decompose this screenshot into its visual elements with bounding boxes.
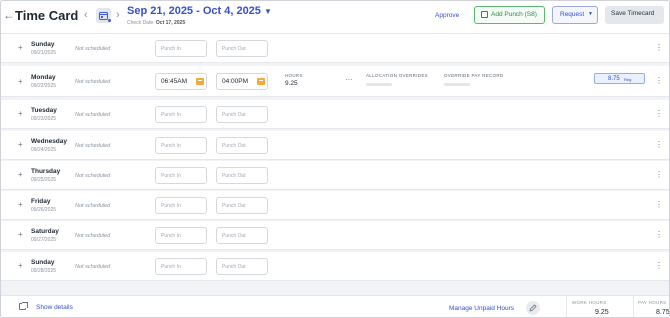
add-punch-button[interactable]: Add Punch (S8) [474, 6, 545, 24]
punch-out-input[interactable]: Punch Out [216, 106, 268, 123]
day-row: + Sunday 09/21/2025 Not scheduled Punch … [1, 34, 669, 63]
page-title: Time Card [15, 8, 79, 23]
timecard-window: ← Time Card ‹ › Sep 21, 2025 - Oct 4, 20… [0, 0, 670, 318]
punch-out-input[interactable]: 04:00PM [216, 73, 268, 90]
plus-icon[interactable]: + [18, 109, 23, 118]
calendar-icon [99, 12, 108, 20]
caret-down-icon[interactable]: ▼ [264, 7, 272, 16]
plus-icon[interactable]: + [18, 140, 23, 149]
punch-in-input[interactable]: Punch In [155, 258, 207, 275]
work-hours-label: WORK HOURS [572, 300, 607, 305]
approve-link[interactable]: Approve [435, 12, 459, 19]
plus-icon[interactable]: + [18, 170, 23, 179]
external-link-icon[interactable] [19, 302, 28, 310]
date-range-selector[interactable]: Sep 21, 2025 - Oct 4, 2025 [127, 5, 261, 17]
plus-icon[interactable]: + [18, 200, 23, 209]
override-pay-record-label: OVERRIDE PAY RECORD [444, 73, 504, 78]
show-details-link[interactable]: Show details [36, 304, 73, 311]
pencil-icon [529, 304, 537, 312]
kebab-menu-icon[interactable]: ⋮ [655, 141, 663, 149]
kebab-menu-icon[interactable]: ⋮ [655, 201, 663, 209]
calendar-indicator-dot [108, 19, 111, 22]
pay-hours-label: PAY HOURS [638, 300, 667, 305]
plus-icon[interactable]: + [18, 261, 23, 270]
allocation-overrides-placeholder [366, 83, 392, 86]
day-row-monday: + Monday 09/22/2025 Not scheduled 06:45A… [1, 66, 669, 97]
kebab-menu-icon[interactable]: ⋮ [655, 231, 663, 239]
plus-icon[interactable]: + [18, 230, 23, 239]
punch-out-input[interactable]: Punch Out [216, 227, 268, 244]
divider [566, 296, 567, 317]
punch-in-input[interactable]: 06:45AM [155, 73, 207, 90]
kebab-menu-icon[interactable]: ⋮ [655, 171, 663, 179]
day-row: + Tuesday 09/23/2025 Not scheduled Punch… [1, 100, 669, 129]
kebab-menu-icon[interactable]: ⋮ [655, 110, 663, 118]
more-horizontal-icon[interactable]: ··· [345, 75, 353, 84]
punch-in-input[interactable]: Punch In [155, 167, 207, 184]
punch-out-input[interactable]: Punch Out [216, 167, 268, 184]
clock-icon [196, 78, 204, 85]
day-row: + Friday 09/26/2025 Not scheduled Punch … [1, 191, 669, 220]
edit-button[interactable] [526, 301, 540, 315]
work-hours-value: 9.25 [595, 309, 609, 316]
punch-in-input[interactable]: Punch In [155, 137, 207, 154]
plus-icon[interactable]: + [18, 77, 23, 86]
punch-in-input[interactable]: Punch In [155, 197, 207, 214]
request-dropdown[interactable]: Request ▼ [552, 6, 598, 24]
back-arrow-icon[interactable]: ← [3, 8, 15, 22]
header-bar: ← Time Card ‹ › Sep 21, 2025 - Oct 4, 20… [1, 1, 669, 34]
divider [633, 296, 634, 317]
clock-icon [257, 78, 265, 85]
day-row: + Sunday 09/28/2025 Not scheduled Punch … [1, 252, 669, 281]
check-date: Check Date: Oct 17, 2025 [127, 20, 186, 26]
override-pay-record-placeholder [444, 83, 470, 86]
punch-out-input[interactable]: Punch Out [216, 40, 268, 57]
day-row: + Saturday 09/27/2025 Not scheduled Punc… [1, 221, 669, 250]
chevron-left-icon[interactable]: ‹ [84, 9, 88, 21]
punch-in-input[interactable]: Punch In [155, 40, 207, 57]
day-row: + Wednesday 09/24/2025 Not scheduled Pun… [1, 131, 669, 160]
kebab-menu-icon[interactable]: ⋮ [655, 262, 663, 270]
pay-hours-value: 8.75 [656, 309, 670, 316]
allocation-overrides-label: ALLOCATION OVERRIDES [366, 73, 428, 78]
kebab-menu-icon[interactable]: ⋮ [655, 44, 663, 52]
hours-value: 9.25 [285, 80, 298, 87]
manage-unpaid-hours-link[interactable]: Manage Unpaid Hours [449, 305, 514, 312]
calendar-plus-icon [481, 11, 488, 18]
kebab-menu-icon[interactable]: ⋮ [655, 77, 663, 85]
pay-record-pill[interactable]: 8.75 Reg [594, 73, 645, 84]
punch-in-input[interactable]: Punch In [155, 227, 207, 244]
caret-down-icon: ▼ [588, 11, 593, 17]
punch-out-input[interactable]: Punch Out [216, 258, 268, 275]
punch-out-input[interactable]: Punch Out [216, 137, 268, 154]
save-timecard-button[interactable]: Save Timecard [605, 6, 664, 24]
chevron-right-icon[interactable]: › [116, 9, 120, 21]
footer-bar: Show details Manage Unpaid Hours WORK HO… [1, 295, 670, 317]
punch-in-input[interactable]: Punch In [155, 106, 207, 123]
punch-out-input[interactable]: Punch Out [216, 197, 268, 214]
hours-label: HOURS [285, 73, 303, 78]
plus-icon[interactable]: + [18, 43, 23, 52]
day-row: + Thursday 09/25/2025 Not scheduled Punc… [1, 161, 669, 190]
